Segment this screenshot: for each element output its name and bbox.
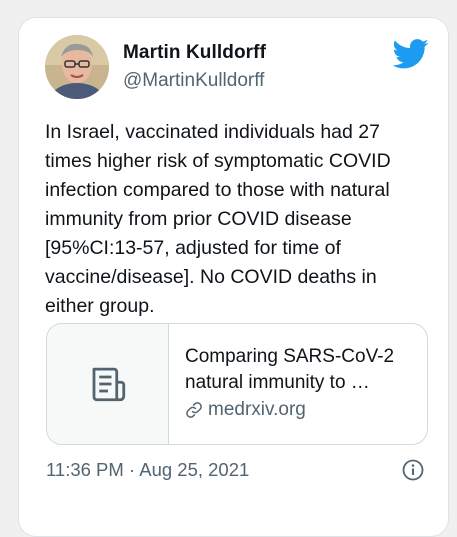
tweet-text: In Israel, vaccinated individuals had 27… (45, 121, 391, 317)
author-handle[interactable]: @MartinKulldorff (123, 70, 264, 92)
tweet-timestamp[interactable]: 11:36 PM · Aug 25, 2021 (46, 459, 249, 481)
avatar[interactable] (45, 35, 109, 99)
link-preview-card[interactable]: Comparing SARS-CoV-2 natural immunity to… (46, 323, 428, 445)
link-body[interactable]: Comparing SARS-CoV-2 natural immunity to… (169, 324, 427, 444)
link-thumbnail[interactable] (47, 324, 169, 444)
document-icon (92, 367, 125, 402)
tweet-card: Martin Kulldorff @MartinKulldorff In Isr… (18, 17, 449, 537)
info-icon[interactable] (401, 458, 425, 482)
link-title: Comparing SARS-CoV-2 natural immunity to… (185, 346, 395, 393)
link-domain: medrxiv.org (208, 399, 306, 420)
link-domain-row: medrxiv.org (185, 399, 427, 421)
author-name[interactable]: Martin Kulldorff (123, 42, 266, 64)
twitter-bird-icon[interactable] (393, 39, 429, 69)
link-icon (186, 402, 202, 418)
